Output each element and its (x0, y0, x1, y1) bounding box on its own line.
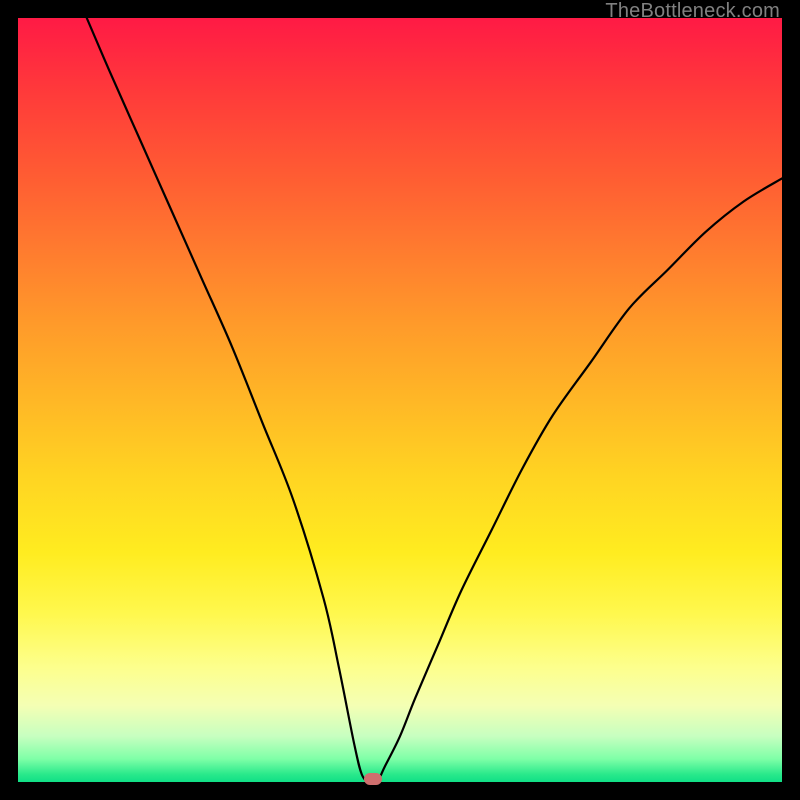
minimum-marker (364, 773, 382, 785)
bottleneck-curve (18, 18, 782, 782)
chart-container: TheBottleneck.com (0, 0, 800, 800)
watermark-text: TheBottleneck.com (605, 0, 780, 23)
plot-area (18, 18, 782, 782)
